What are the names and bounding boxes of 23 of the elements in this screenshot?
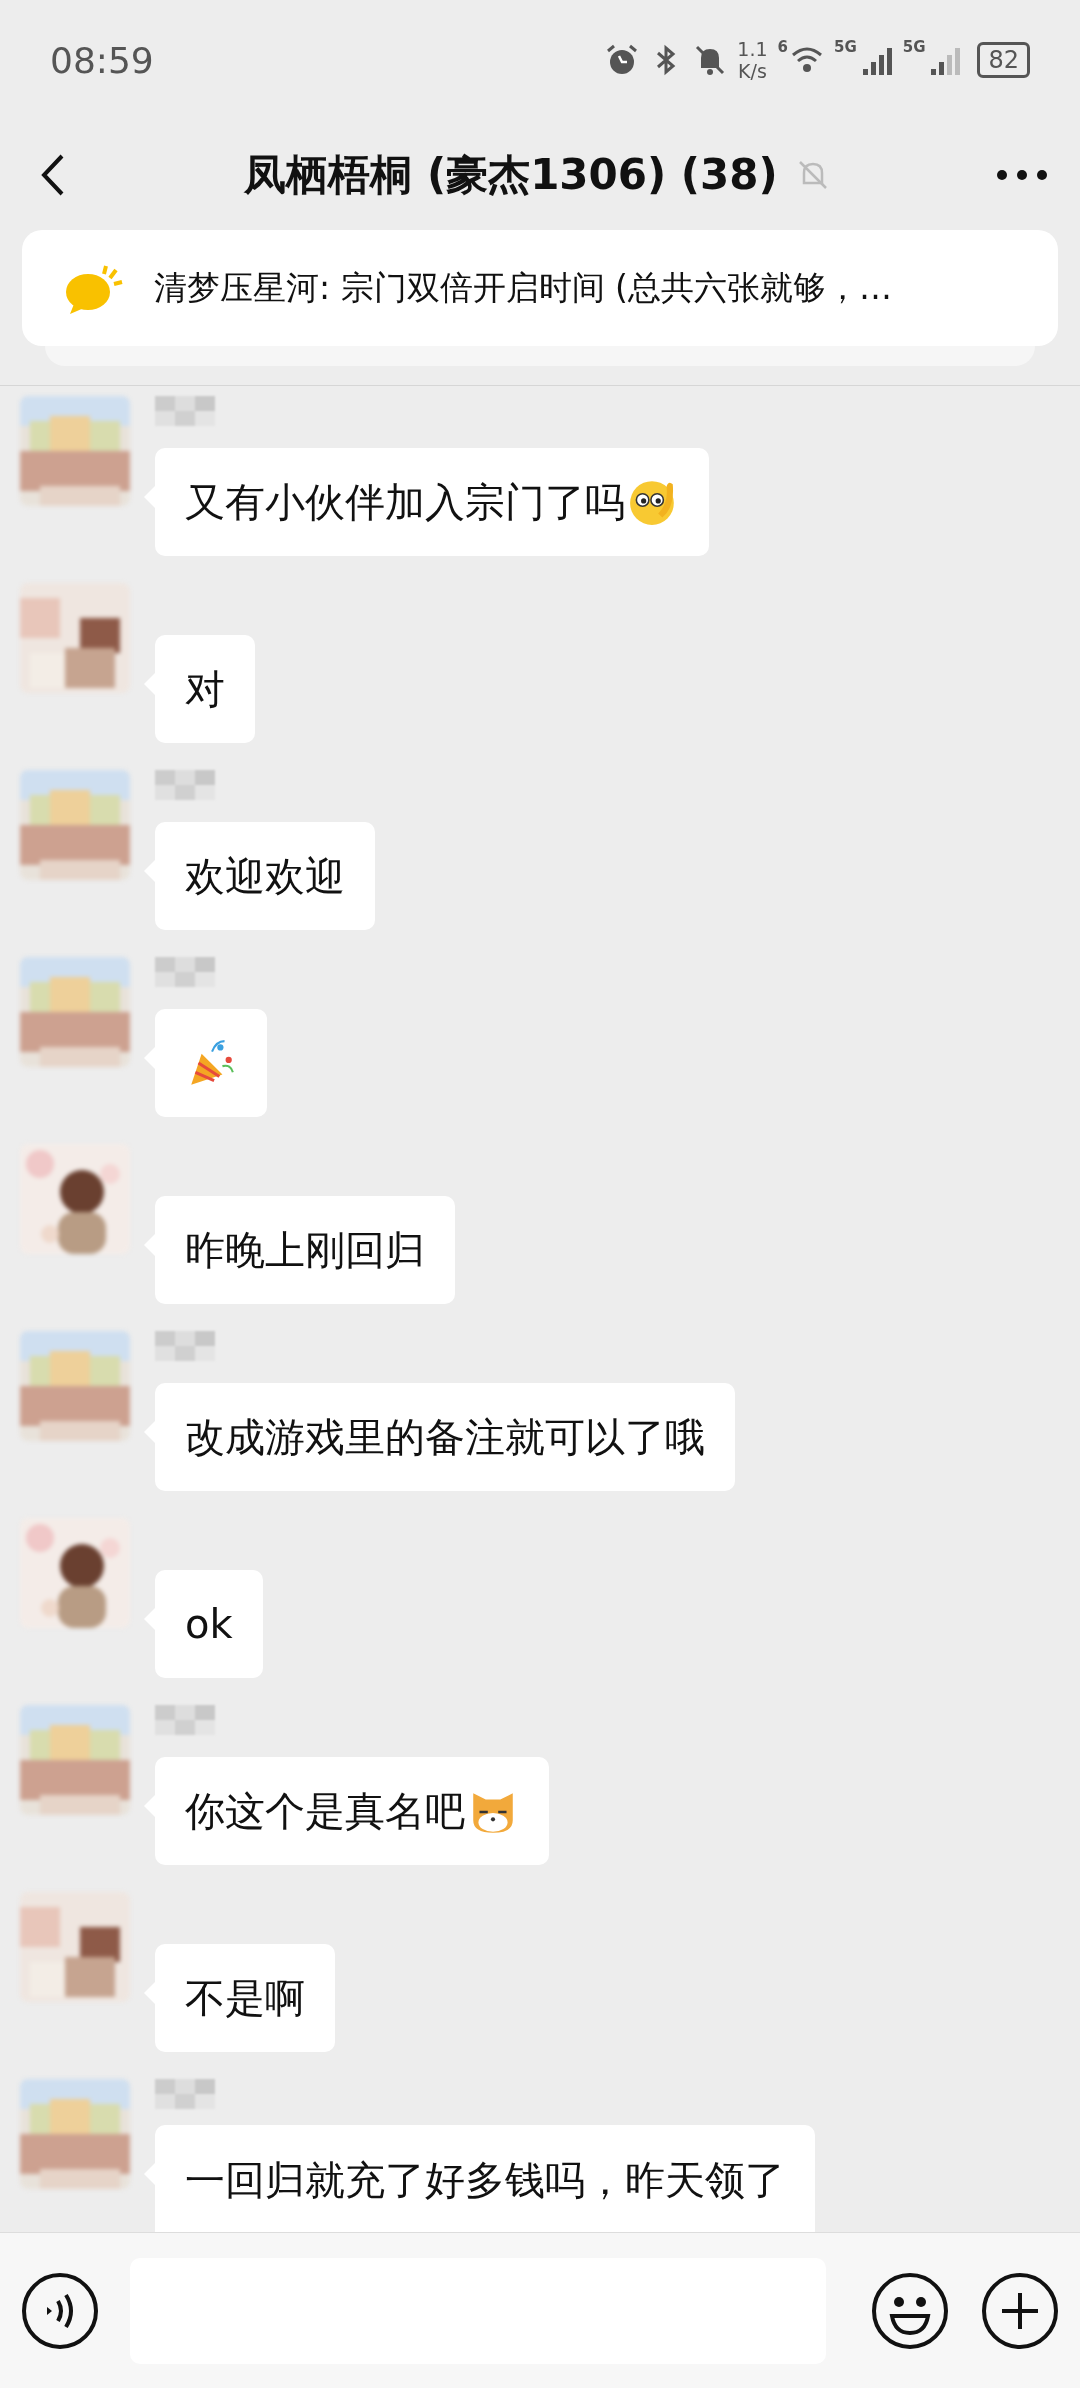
message-text: 又有小伙伴加入宗门了吗 [185, 477, 625, 527]
notice-text: 清梦压星河: 宗门双倍开启时间 (总共六张就够，… [154, 266, 892, 309]
message-text: 改成游戏里的备注就可以了哦 [185, 1412, 705, 1462]
network-speed: 1.1 [737, 38, 768, 60]
network-type: 5G [833, 38, 857, 56]
message-text: 你这个是真名吧 [185, 1786, 465, 1836]
network-speed: K/s [738, 60, 767, 82]
message-text: ok [185, 1601, 233, 1647]
message-text: 对 [185, 664, 225, 714]
voice-icon[interactable] [20, 2270, 100, 2351]
network-type: 5G [902, 38, 926, 56]
smiley-icon[interactable] [870, 2270, 950, 2351]
message-text: 昨晚上刚回归 [185, 1225, 425, 1275]
wifi-label: 6 [777, 38, 788, 56]
alarm-icon [605, 43, 640, 77]
plus-icon[interactable] [980, 2270, 1060, 2351]
message-text: 一回归就充了好多钱吗，昨天领了 [185, 2156, 785, 2205]
message-text: 欢迎欢迎 [185, 851, 345, 901]
battery-level: 82 [977, 42, 1030, 78]
pinned-notice[interactable]: 清梦压星河: 宗门双倍开启时间 (总共六张就够，… [22, 230, 1058, 346]
status-time: 08:59 [50, 39, 155, 81]
message-text: 不是啊 [185, 1973, 305, 2023]
chat-title: 凤栖梧桐 (豪杰1306) (38) [244, 149, 778, 201]
